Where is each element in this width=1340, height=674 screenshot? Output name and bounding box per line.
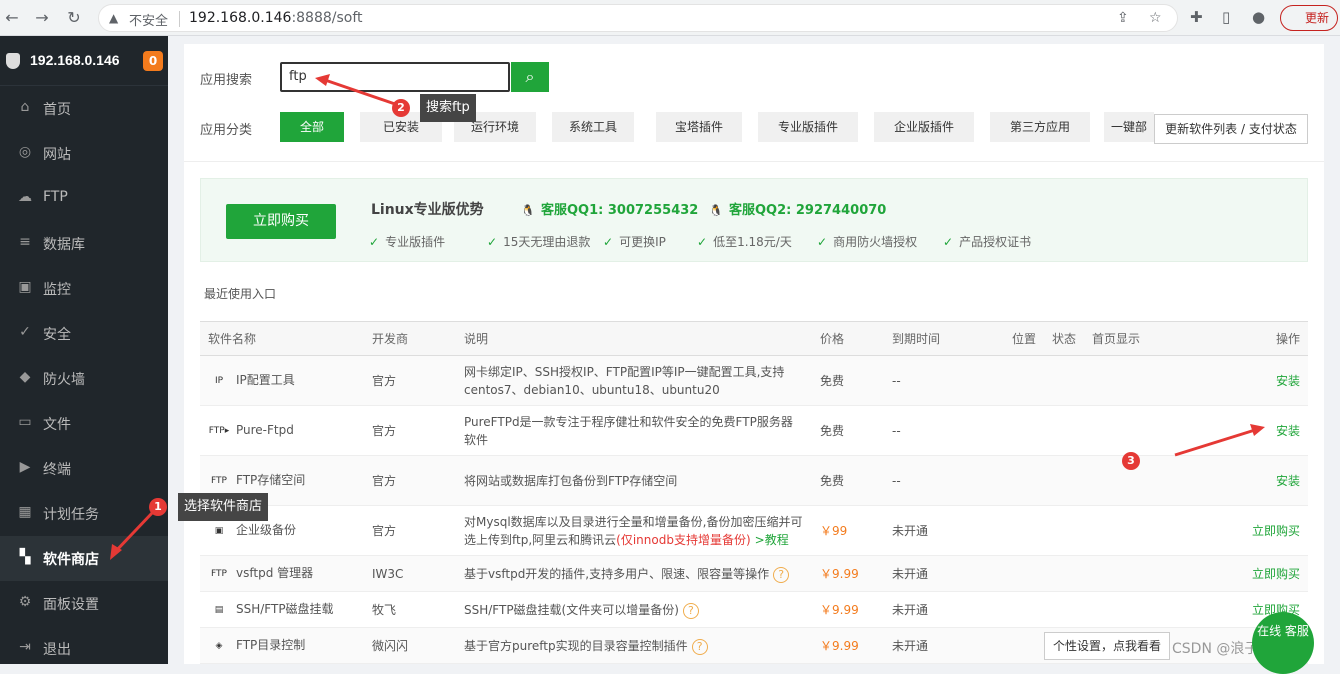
annotation-number-1: 1 xyxy=(149,498,167,516)
arrow-3 xyxy=(1174,428,1256,457)
annotation-arrows xyxy=(110,74,1265,560)
arrow-2-head xyxy=(315,74,330,86)
personal-settings-button[interactable]: 个性设置，点我看看 xyxy=(1044,632,1170,660)
arrow-2 xyxy=(324,78,396,106)
arrow-3-head xyxy=(1250,424,1265,436)
annotation-number-2: 2 xyxy=(392,99,410,117)
online-support-button[interactable]: 在线 客服 xyxy=(1252,612,1314,674)
annotation-tip-2: 搜索ftp xyxy=(420,94,476,122)
annotation-number-3: 3 xyxy=(1122,452,1140,470)
arrow-1 xyxy=(113,510,155,554)
annotation-tip-1: 选择软件商店 xyxy=(178,493,269,521)
